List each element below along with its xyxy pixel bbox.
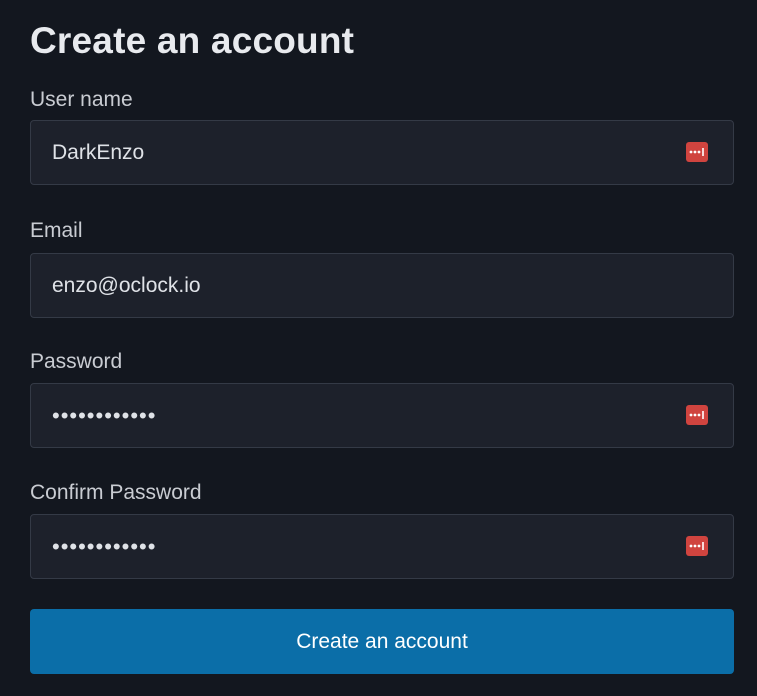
password-field[interactable]: •••••••••••• [30,383,734,448]
password-manager-icon[interactable] [686,405,708,425]
confirm-password-field[interactable]: •••••••••••• [30,514,734,579]
email-label: Email [30,219,83,242]
username-label: User name [30,88,133,111]
password-manager-icon[interactable] [686,142,708,162]
password-value: •••••••••••• [52,403,157,428]
email-field[interactable]: enzo@oclock.io [30,253,734,318]
password-label: Password [30,350,123,373]
confirm-password-label: Confirm Password [30,481,202,504]
password-manager-icon[interactable] [686,536,708,556]
email-value: enzo@oclock.io [52,274,201,297]
username-field[interactable]: DarkEnzo [30,120,734,185]
username-value: DarkEnzo [52,141,145,164]
create-account-button[interactable]: Create an account [30,609,734,674]
confirm-password-value: •••••••••••• [52,534,157,559]
page-title: Create an account [30,20,355,61]
